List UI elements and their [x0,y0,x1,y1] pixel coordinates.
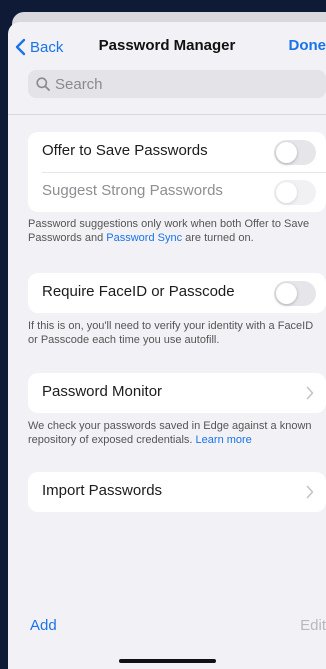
search-placeholder: Search [55,75,103,93]
import-passwords-label: Import Passwords [42,482,163,499]
password-suggestion-note: Password suggestions only work when both… [28,218,318,245]
home-indicator [119,659,216,663]
password-manager-sheet: Back Password Manager Done Search Offer … [8,22,326,669]
suggest-strong-row: Suggest Strong Passwords [28,172,326,212]
note-text-end: are turned on. [182,231,254,244]
password-monitor-row[interactable]: Password Monitor [28,373,326,413]
offer-to-save-row: Offer to Save Passwords [28,132,326,172]
add-button[interactable]: Add [30,617,57,634]
import-passwords-card[interactable]: Import Passwords [28,472,326,512]
offer-to-save-toggle[interactable] [274,140,316,165]
edit-button[interactable]: Edit [300,617,326,634]
suggest-strong-toggle[interactable] [274,180,316,205]
password-monitor-card[interactable]: Password Monitor [28,373,326,413]
divider [8,114,326,115]
chevron-right-icon [306,386,314,400]
search-input[interactable]: Search [28,70,326,98]
save-passwords-card: Offer to Save Passwords Suggest Strong P… [28,132,326,212]
require-faceid-label: Require FaceID or Passcode [42,283,235,300]
suggest-strong-label: Suggest Strong Passwords [42,182,223,199]
monitor-note-text: We check your passwords saved in Edge ag… [28,420,312,446]
require-faceid-toggle[interactable] [274,281,316,306]
import-passwords-row[interactable]: Import Passwords [28,472,326,512]
page-title: Password Manager [98,37,236,54]
faceid-note: If this is on, you'll need to verify you… [28,320,314,346]
password-monitor-label: Password Monitor [42,383,163,400]
offer-to-save-label: Offer to Save Passwords [42,142,208,159]
chevron-right-icon [306,485,314,499]
navigation-bar: Back Password Manager Done [8,22,326,70]
done-button[interactable]: Done [289,37,326,54]
password-sync-link[interactable]: Password Sync [106,232,182,244]
search-icon [36,77,50,91]
password-monitor-note: We check your passwords saved in Edge ag… [28,420,318,447]
require-faceid-row: Require FaceID or Passcode [28,273,326,313]
faceid-card: Require FaceID or Passcode [28,273,326,313]
learn-more-link[interactable]: Learn more [196,434,252,446]
